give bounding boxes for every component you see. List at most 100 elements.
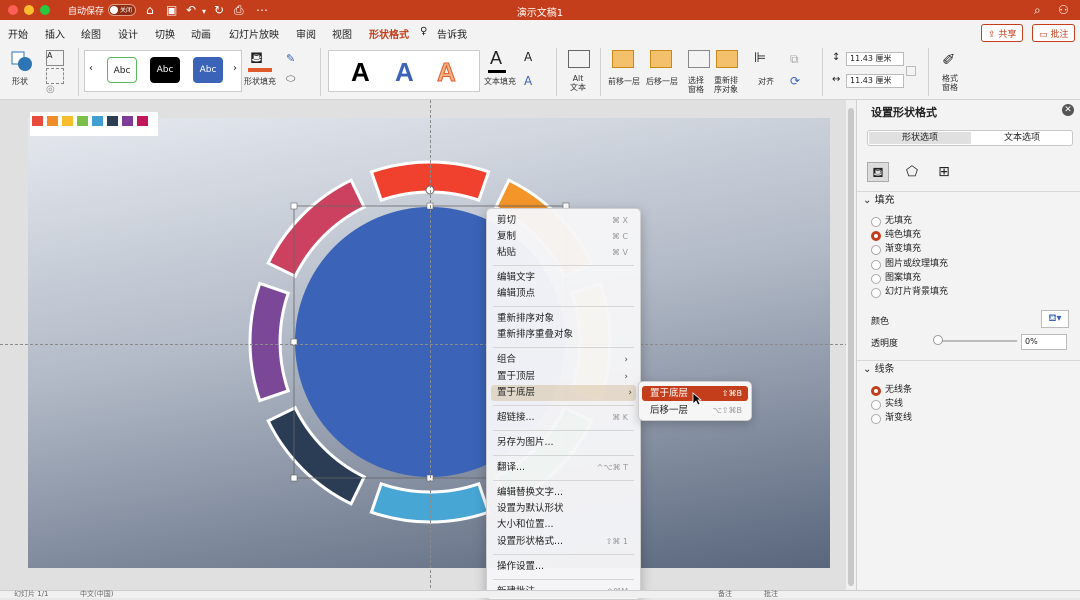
shapes-label: 形状: [12, 77, 28, 86]
radio-solid-line[interactable]: 实线: [871, 398, 1031, 411]
color-picker-button[interactable]: ⛾▾: [1041, 310, 1069, 328]
petal-7[interactable]: [248, 281, 291, 403]
rotate-icon[interactable]: ⟳: [790, 74, 808, 90]
swatch: [137, 116, 148, 126]
tab-draw[interactable]: 绘图: [81, 26, 101, 41]
radio-gradient-fill[interactable]: 渐变填充: [871, 243, 1031, 256]
menu-item-reorder-overlapping[interactable]: 重新排序重叠对象: [497, 327, 632, 343]
group-icon[interactable]: ⧉: [790, 52, 808, 68]
radio-no-fill[interactable]: 无填充: [871, 215, 1031, 228]
tab-transitions[interactable]: 切换: [155, 26, 175, 41]
menu-item-edit-alt-text[interactable]: 编辑替换文字...: [497, 485, 632, 501]
bring-forward-icon[interactable]: [612, 50, 634, 68]
tab-insert[interactable]: 插入: [45, 26, 65, 41]
radio-solid-fill[interactable]: 纯色填充: [871, 229, 1031, 242]
lock-aspect-icon[interactable]: [906, 66, 916, 76]
panel-options-toggle: 形状选项 文本选项: [867, 130, 1073, 146]
tab-view[interactable]: 视图: [332, 26, 352, 41]
menu-item-translate[interactable]: 翻译... ^⌥⌘ T: [497, 460, 632, 476]
fill-line-icon[interactable]: ⛾: [867, 162, 889, 182]
menu-label: 翻译...: [497, 462, 526, 473]
alt-text-icon[interactable]: [568, 50, 590, 68]
text-effects-icon[interactable]: A: [524, 74, 542, 90]
text-fill-icon[interactable]: A: [490, 48, 502, 69]
fill-bucket-icon[interactable]: ⛾: [250, 48, 272, 68]
selection-pane-icon[interactable]: [688, 50, 710, 68]
share-button[interactable]: ⇪ 共享: [981, 24, 1024, 42]
menu-item-send-to-back[interactable]: 置于底层 ›: [491, 385, 636, 401]
wordart-option-3[interactable]: A: [437, 57, 457, 88]
scrollbar-thumb[interactable]: [848, 108, 854, 586]
tab-design[interactable]: 设计: [118, 26, 138, 41]
separator: [600, 48, 601, 96]
align-icon[interactable]: ⊫: [754, 50, 772, 66]
menu-item-cut[interactable]: 剪切 ⌘ X: [497, 213, 632, 229]
tab-text-options[interactable]: 文本选项: [971, 132, 1073, 144]
menu-item-group[interactable]: 组合 ›: [497, 352, 632, 368]
resize-handle-nw[interactable]: [290, 202, 298, 210]
width-input[interactable]: 11.43 厘米: [846, 74, 904, 88]
gallery-prev-icon[interactable]: ‹: [89, 63, 93, 74]
merge-shapes-icon[interactable]: ◎: [46, 84, 64, 100]
edit-shape-icon[interactable]: [46, 68, 64, 84]
fill-section-header[interactable]: ⌄ 填充: [857, 191, 1080, 209]
vertical-scrollbar[interactable]: [846, 100, 856, 590]
search-icon[interactable]: ⌕: [1034, 3, 1041, 17]
style-option-2[interactable]: Abc: [150, 57, 180, 83]
tab-slideshow[interactable]: 幻灯片放映: [229, 26, 279, 41]
effects-pentagon-icon[interactable]: ⬠: [901, 162, 923, 182]
radio-pattern-fill[interactable]: 图案填充: [871, 272, 1031, 285]
text-box-icon[interactable]: A: [46, 50, 64, 66]
text-outline-icon[interactable]: A: [524, 50, 542, 66]
resize-handle-sw[interactable]: [290, 474, 298, 482]
style-option-1[interactable]: Abc: [107, 57, 137, 83]
tab-home[interactable]: 开始: [8, 26, 28, 41]
tab-shape-format[interactable]: 形状格式: [369, 26, 409, 46]
menu-item-edit-points[interactable]: 编辑顶点: [497, 286, 632, 302]
radio-picture-fill[interactable]: 图片或纹理填充: [871, 258, 1031, 271]
effects-icon[interactable]: ⬭: [286, 72, 304, 88]
transparency-input[interactable]: 0%: [1021, 334, 1067, 350]
style-option-3[interactable]: Abc: [193, 57, 223, 83]
tab-review[interactable]: 审阅: [296, 26, 316, 41]
line-section-header[interactable]: ⌄ 线条: [857, 360, 1080, 378]
shortcut: ⇧⌘ 1: [605, 537, 628, 546]
menu-item-save-as-picture[interactable]: 另存为图片...: [497, 435, 632, 451]
send-backward-icon[interactable]: [650, 50, 672, 68]
comments-button[interactable]: ▭ 批注: [1032, 24, 1076, 42]
size-properties-icon[interactable]: ⊞: [933, 162, 955, 182]
swatch: [32, 116, 43, 126]
send-backward-label: 后移一层: [646, 77, 678, 86]
height-input[interactable]: 11.43 厘米: [846, 52, 904, 66]
outline-pen-icon[interactable]: ✎: [286, 52, 304, 68]
shortcut: ⇧⌘B: [721, 389, 742, 398]
rearrange-icon[interactable]: [716, 50, 738, 68]
menu-item-copy[interactable]: 复制 ⌘ C: [497, 229, 632, 245]
tab-animations[interactable]: 动画: [191, 26, 211, 41]
menu-item-edit-text[interactable]: 编辑文字: [497, 270, 632, 286]
shapes-icon[interactable]: [10, 50, 34, 72]
menu-item-set-default-shape[interactable]: 设置为默认形状: [497, 501, 632, 517]
separator: [320, 48, 321, 96]
wordart-option-1[interactable]: A: [351, 57, 370, 88]
transparency-slider-track[interactable]: [937, 340, 1017, 342]
tab-shape-options[interactable]: 形状选项: [869, 132, 971, 144]
format-shape-panel: 设置形状格式 ✕ 形状选项 文本选项 ⛾ ⬠ ⊞ ⌄ 填充 无填充 纯色填充 渐…: [856, 100, 1080, 598]
menu-item-hyperlink[interactable]: 超链接... ⌘ K: [497, 410, 632, 426]
menu-item-reorder-objects[interactable]: 重新排序对象: [497, 311, 632, 327]
account-icon[interactable]: ⚇: [1058, 3, 1069, 17]
menu-item-format-shape[interactable]: 设置形状格式... ⇧⌘ 1: [497, 534, 632, 550]
menu-item-action-settings[interactable]: 操作设置...: [497, 559, 632, 575]
format-pane-icon[interactable]: ✐: [942, 50, 960, 69]
menu-item-size-position[interactable]: 大小和位置...: [497, 517, 632, 533]
radio-slide-background-fill[interactable]: 幻灯片背景填充: [871, 286, 1031, 299]
radio-gradient-line[interactable]: 渐变线: [871, 412, 1031, 425]
radio-no-line[interactable]: 无线条: [871, 384, 1031, 397]
gallery-next-icon[interactable]: ›: [233, 63, 237, 74]
menu-item-bring-to-front[interactable]: 置于顶层 ›: [497, 369, 632, 385]
tab-tell-me[interactable]: 告诉我: [437, 26, 467, 41]
panel-close-icon[interactable]: ✕: [1062, 104, 1074, 116]
transparency-slider-knob[interactable]: [933, 335, 943, 345]
wordart-option-2[interactable]: A: [395, 57, 414, 88]
menu-item-paste[interactable]: 粘贴 ⌘ V: [497, 245, 632, 261]
